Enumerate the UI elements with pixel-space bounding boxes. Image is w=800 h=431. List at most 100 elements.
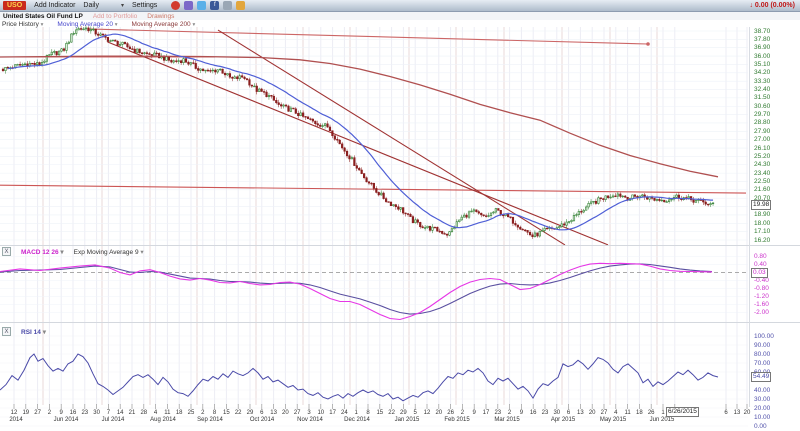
current-rsi-box: 54.49: [751, 372, 771, 382]
week-label: 6: [260, 410, 263, 416]
price-axis-label: 25.20: [754, 153, 798, 160]
week-label: 11: [624, 410, 630, 416]
week-label: 29: [400, 410, 407, 416]
macd-axis-label: -0.80: [754, 285, 798, 292]
month-label: Jun 2015: [650, 417, 675, 424]
week-label: 23: [542, 410, 549, 416]
week-label: 20: [435, 410, 442, 416]
candlesticks: [2, 26, 714, 239]
macd-axis-label: -2.00: [754, 309, 798, 316]
week-label: 12: [11, 410, 18, 416]
price-history-menu[interactable]: Price History ▾: [2, 21, 43, 28]
rsi-axis-label: 40.00: [754, 387, 798, 394]
price-axis-label: 24.30: [754, 161, 798, 168]
panel-separator[interactable]: [0, 245, 800, 246]
price-axis-label: 27.90: [754, 128, 798, 135]
macd-header: X MACD 12 26 ▾ Exp Moving Average 9 ▾: [2, 247, 144, 256]
current-date-box: 6/26/2015: [666, 407, 699, 417]
price-axis-label: 23.40: [754, 170, 798, 177]
month-label: May 2015: [600, 417, 626, 424]
ma200-menu[interactable]: Moving Average 200 ▾: [132, 21, 196, 28]
week-label: 13: [270, 410, 277, 416]
week-label: 16: [70, 410, 77, 416]
week-label: 15: [223, 410, 230, 416]
price-axis-label: 18.00: [754, 220, 798, 227]
week-label: 27: [34, 410, 41, 416]
chevron-down-icon: ▾: [60, 249, 63, 256]
week-label: 30: [553, 410, 560, 416]
month-label: 2014: [9, 417, 22, 424]
week-label: 27: [601, 410, 608, 416]
indicator-row: Price History ▾ Moving Average 20 ▾ Movi…: [2, 20, 195, 28]
chart-canvas[interactable]: [0, 0, 800, 431]
week-label: 22: [388, 410, 395, 416]
rsi-axis-label: 0.00: [754, 423, 798, 430]
price-axis-label: 29.70: [754, 111, 798, 118]
price-axis-label: 34.20: [754, 69, 798, 76]
macd-axis-label: -1.60: [754, 301, 798, 308]
rsi-menu[interactable]: RSI 14 ▾: [21, 328, 46, 336]
week-label: 20: [744, 410, 751, 416]
chevron-down-icon: ▾: [140, 249, 143, 256]
chevron-down-icon: ▾: [43, 329, 46, 336]
price-axis-label: 37.80: [754, 36, 798, 43]
week-label: 2: [508, 410, 511, 416]
price-axis-label: 36.00: [754, 53, 798, 60]
price-axis-label: 22.50: [754, 178, 798, 185]
week-label: 24: [341, 410, 348, 416]
week-label: 16: [530, 410, 537, 416]
panel-separator[interactable]: [0, 322, 800, 323]
exp-ma9-menu[interactable]: Exp Moving Average 9 ▾: [74, 248, 144, 256]
week-label: 4: [154, 410, 157, 416]
macd-plot: [0, 263, 748, 319]
month-label: Jun 2014: [54, 417, 79, 424]
week-label: 11: [164, 410, 170, 416]
month-label: Dec 2014: [344, 417, 370, 424]
macd-axis-label: 0.40: [754, 261, 798, 268]
month-label: Jan 2015: [395, 417, 420, 424]
price-axis-label: 16.20: [754, 237, 798, 244]
week-label: 13: [734, 410, 741, 416]
month-label: Oct 2014: [250, 417, 274, 424]
week-label: 10: [317, 410, 324, 416]
week-label: 17: [483, 410, 490, 416]
week-label: 26: [648, 410, 655, 416]
rsi-axis-label: 90.00: [754, 342, 798, 349]
price-axis-label: 21.60: [754, 186, 798, 193]
charting-app: USO Add Indicator Daily ▾ Settings f ↓ 0…: [0, 0, 800, 431]
week-label: 30: [93, 410, 100, 416]
week-label: 19: [22, 410, 29, 416]
week-label: 9: [473, 410, 476, 416]
week-label: 6: [567, 410, 570, 416]
close-icon[interactable]: X: [2, 327, 11, 336]
macd-axis-label: 0.80: [754, 253, 798, 260]
week-label: 26: [447, 410, 454, 416]
week-label: 18: [176, 410, 183, 416]
week-label: 6: [724, 410, 727, 416]
chevron-down-icon: ▾: [41, 22, 44, 28]
week-label: 23: [81, 410, 88, 416]
week-label: 7: [107, 410, 110, 416]
month-label: Apr 2015: [551, 417, 575, 424]
trendline-drawings: [0, 29, 746, 245]
rsi-axis-label: 100.00: [754, 333, 798, 340]
price-axis-border: [749, 27, 750, 407]
price-axis-label: 35.10: [754, 61, 798, 68]
rsi-axis-label: 80.00: [754, 351, 798, 358]
week-label: 2: [461, 410, 464, 416]
price-axis-label: 17.10: [754, 228, 798, 235]
ma20-menu[interactable]: Moving Average 20 ▾: [57, 21, 117, 28]
price-axis-label: 30.60: [754, 103, 798, 110]
week-label: 14: [117, 410, 124, 416]
week-label: 8: [213, 410, 216, 416]
week-label: 3: [307, 410, 310, 416]
month-label: Aug 2014: [150, 417, 176, 424]
price-axis-label: 28.80: [754, 119, 798, 126]
week-label: 15: [376, 410, 383, 416]
macd-menu[interactable]: MACD 12 26 ▾: [21, 248, 64, 256]
price-axis-label: 33.30: [754, 78, 798, 85]
close-icon[interactable]: X: [2, 247, 11, 256]
rsi-axis-label: 70.00: [754, 360, 798, 367]
week-label: 4: [614, 410, 617, 416]
current-macd-box: 0.03: [751, 268, 768, 278]
